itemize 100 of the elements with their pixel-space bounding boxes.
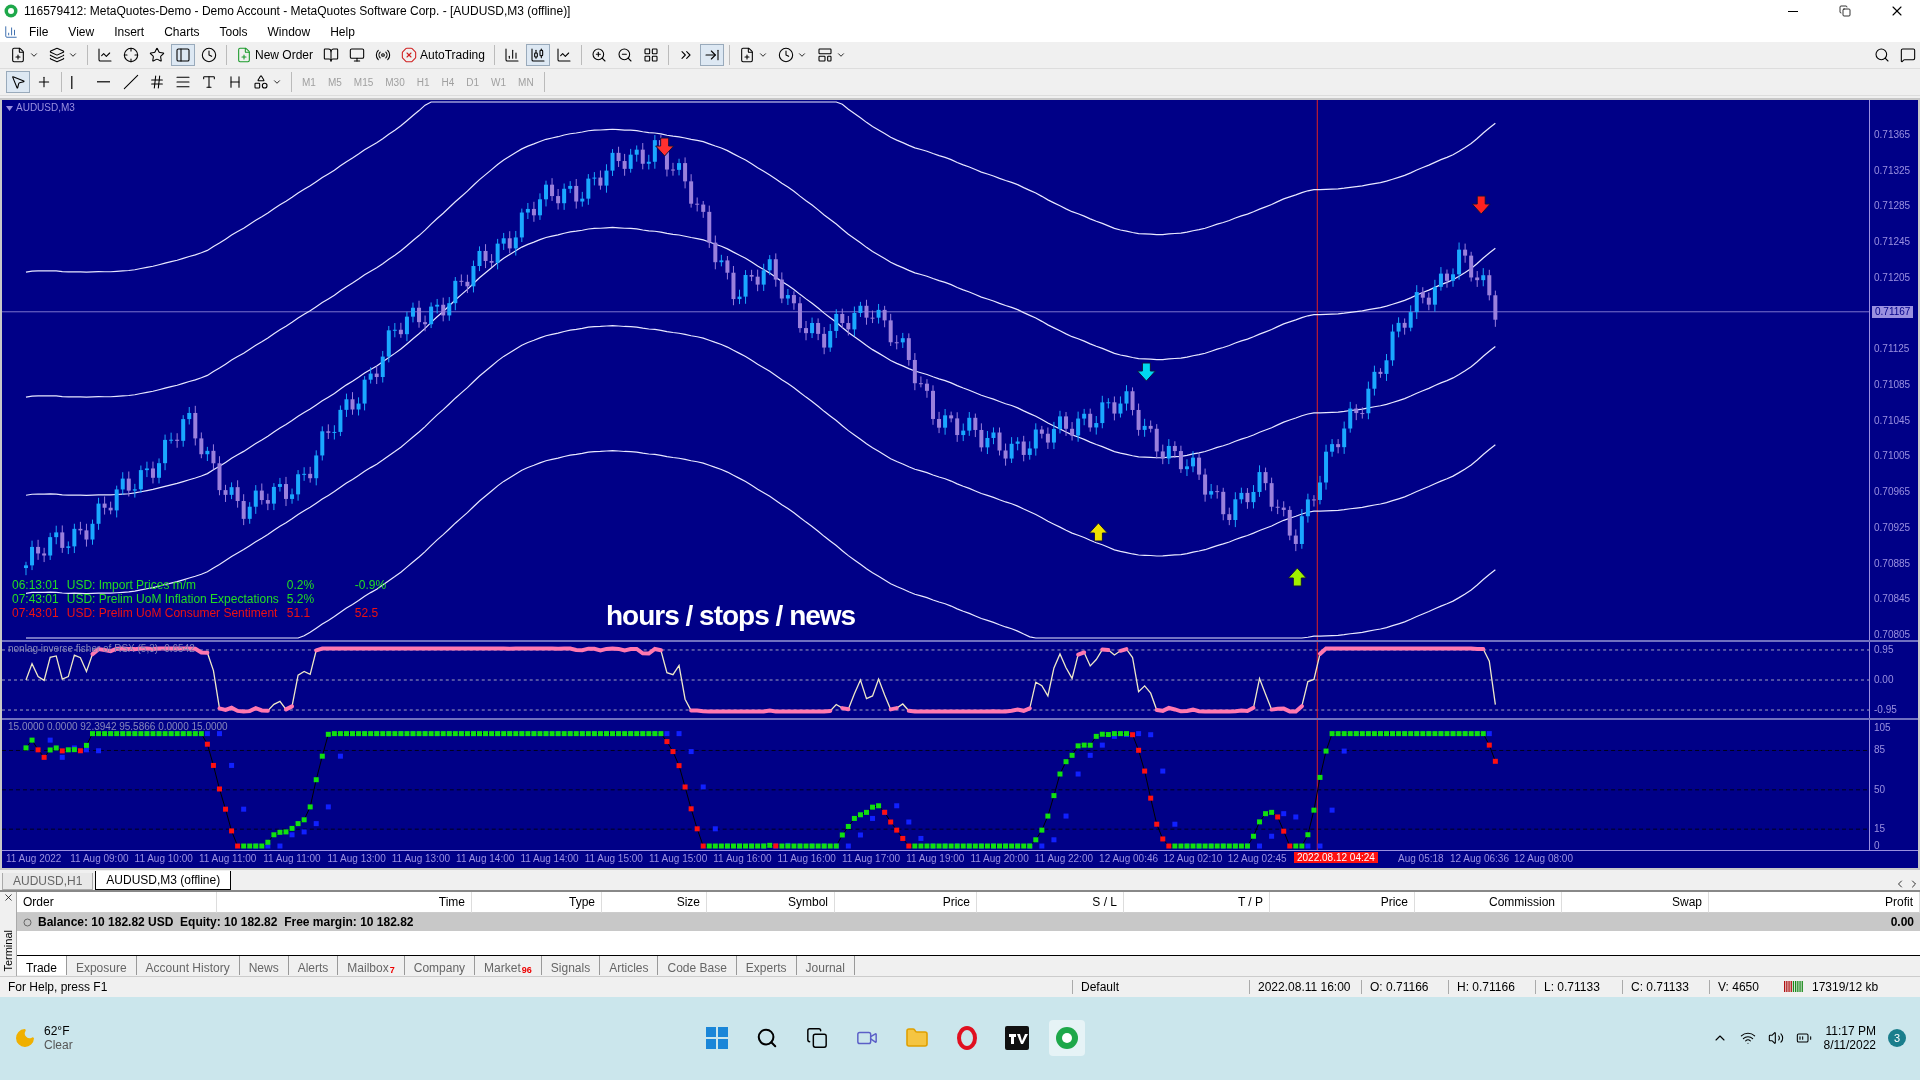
terminal-tab[interactable]: Articles (600, 956, 659, 975)
time-tick: 12 Aug 02:45 (1227, 853, 1287, 864)
terminal-tab[interactable]: Experts (736, 956, 797, 975)
news-event: USD: Prelim UoM Inflation Expectations (66, 592, 279, 606)
indicator-tick: 85 (1874, 744, 1886, 757)
menu-item[interactable]: View (59, 24, 104, 40)
status-help: For Help, press F1 (7, 979, 109, 994)
status-low: L: 0.71133 (1535, 979, 1622, 994)
chat-icon (1900, 47, 1916, 63)
arrow-to-line-button[interactable] (699, 44, 724, 66)
price-tick: 0.71085 (1874, 379, 1911, 391)
time-tick: 11 Aug 11:00 (263, 853, 321, 864)
terminal-tab[interactable]: Trade (17, 956, 67, 975)
line-chart-icon (97, 47, 113, 63)
weather-condition: Clear (44, 1038, 73, 1053)
caret-icon (68, 50, 78, 60)
time-tick: 12 Aug 02:10 (1163, 853, 1223, 864)
balance-summary: Balance: 10 182.82 USD Equity: 10 182.82 Free margin: 10 182.82 (38, 915, 415, 929)
cursor-time-label: 2022.08.12 04:24 (1294, 852, 1378, 863)
plus-icon (36, 74, 52, 90)
terminal-tab[interactable]: Code Base (658, 956, 737, 975)
terminal-tab[interactable]: News (239, 956, 289, 975)
heading-icon (227, 74, 243, 90)
time-tick: 11 Aug 10:00 (134, 853, 193, 864)
time-tick: 12 Aug 08:00 (1514, 853, 1573, 864)
slash-icon (123, 74, 139, 90)
news-time: 07:43:01 (12, 606, 59, 620)
terminal-tab[interactable]: Mailbox7 (338, 956, 405, 975)
terminal-side-label: Terminal (2, 929, 14, 972)
task-view-icon (806, 1027, 829, 1050)
menu-item[interactable]: Window (258, 24, 320, 40)
terminal-tab[interactable]: Journal (796, 956, 855, 975)
moon-icon (14, 1027, 36, 1050)
search-icon (756, 1027, 779, 1050)
chart-tab[interactable]: AUDUSD,H1 (2, 873, 94, 890)
indicator-tick: 105 (1874, 722, 1891, 734)
terminal-tab[interactable]: Signals (541, 956, 601, 975)
zoom-in-icon (590, 47, 607, 63)
price-tick: 0.71285 (1874, 200, 1911, 213)
time-tick: 11 Aug 15:00 (584, 853, 643, 864)
trading-app-button[interactable] (1049, 1020, 1086, 1057)
chart-icon (4, 25, 18, 39)
price-tick: 0.71245 (1874, 236, 1911, 249)
connection-bars-icon (1784, 981, 1804, 992)
windows-logo-icon (706, 1027, 729, 1050)
caret-icon (757, 50, 768, 60)
autotrading-button[interactable]: AutoTrading (397, 44, 489, 66)
news-actual: 0.2% (286, 578, 316, 592)
status-volume: V: 4650 (1709, 979, 1776, 994)
news-event: USD: Prelim UoM Consumer Sentiment (66, 606, 279, 620)
app-logo-icon (1055, 1026, 1080, 1051)
menu-item[interactable]: File (20, 24, 58, 40)
price-tick: 0.70885 (1874, 557, 1911, 570)
template-icon (816, 47, 833, 63)
indicator-tick: -0.95 (1874, 704, 1897, 716)
time-tick: 11 Aug 19:00 (906, 853, 965, 864)
vertical-line-icon (71, 75, 73, 89)
menu-item[interactable]: Tools (210, 24, 257, 40)
chart-symbol-label: AUDUSD,M3 (6, 102, 75, 113)
layers-icon (49, 47, 65, 63)
notification-badge[interactable]: 3 (1888, 1029, 1906, 1048)
news-time: 07:43:01 (12, 592, 59, 606)
grid-icon (642, 47, 659, 63)
horizontal-line-icon (97, 81, 110, 83)
crosshair-icon (123, 47, 139, 63)
restore-icon (1839, 5, 1851, 17)
book-icon (323, 47, 339, 63)
terminal-tab[interactable]: Alerts (288, 956, 339, 975)
clock-icon (777, 47, 794, 63)
time-tick: 11 Aug 13:00 (327, 853, 386, 864)
menu-item[interactable]: Insert (105, 24, 154, 40)
menu-item[interactable]: Help (321, 24, 364, 40)
line-chart-icon (555, 47, 572, 63)
pointer-icon (10, 74, 26, 90)
current-price-label: 0.71167 (1872, 305, 1914, 318)
chart-tab[interactable]: AUDUSD,M3 (offline) (95, 871, 232, 890)
candlestick-button[interactable] (525, 44, 550, 66)
time-tick: 12 Aug 06:36 (1450, 853, 1509, 864)
price-tick: 0.70925 (1874, 521, 1911, 534)
clock-date: 8/11/2022 (1823, 1038, 1876, 1053)
terminal-tab[interactable]: Account History (136, 956, 240, 975)
time-tick: 12 Aug 00:46 (1099, 853, 1159, 864)
panel-button[interactable] (171, 44, 195, 66)
menu-item[interactable]: Charts (155, 24, 209, 40)
new-order-button[interactable]: New Order (232, 44, 317, 66)
weather-temperature: 62°F (44, 1024, 71, 1039)
file-plus-icon (738, 47, 755, 63)
news-actual: 51.1 (286, 606, 312, 620)
ring-icon (956, 1026, 979, 1051)
terminal-tab[interactable]: Company (404, 956, 476, 975)
price-tick: 0.71365 (1874, 129, 1911, 141)
terminal-tab[interactable]: Exposure (66, 956, 137, 975)
panel-icon (175, 47, 191, 63)
price-tick: 0.71005 (1874, 450, 1911, 463)
minimize-icon (1788, 10, 1798, 12)
star-icon (149, 47, 165, 63)
pointer-button[interactable] (6, 71, 30, 93)
profit-cell: 0.00 (1890, 915, 1914, 929)
count-label: 96 (521, 965, 532, 975)
terminal-tab[interactable]: Market96 (475, 956, 542, 975)
